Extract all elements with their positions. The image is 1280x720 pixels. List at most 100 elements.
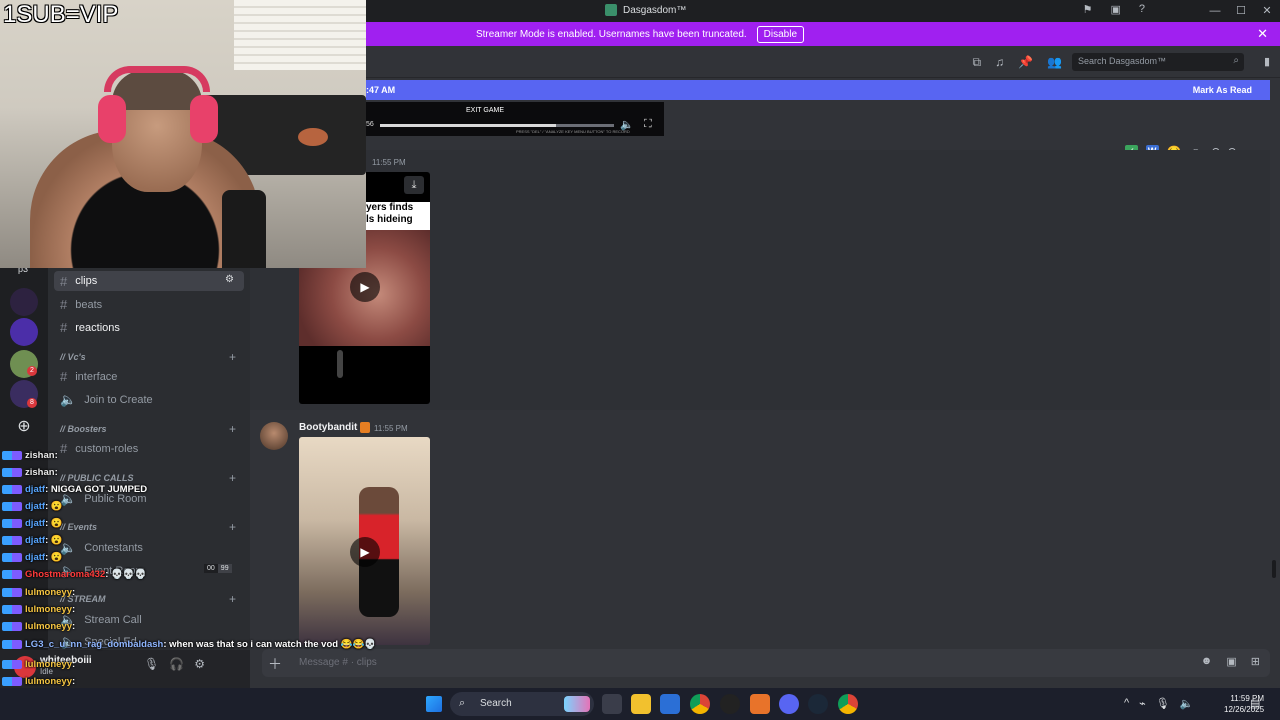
play-icon[interactable]: ▶	[350, 272, 380, 302]
volume-icon[interactable]: 🔈	[1180, 697, 1194, 710]
windows-start-icon[interactable]	[426, 696, 442, 712]
chat-line: LG3_c_u_nn_rag_dombaldash: when was that…	[2, 639, 376, 650]
channel-interface[interactable]: # interface	[60, 369, 117, 384]
pin-icon[interactable]: 📌	[1018, 55, 1033, 70]
chat-message: : 😮	[45, 552, 63, 563]
hash-icon: #	[60, 320, 68, 335]
search-input[interactable]: Search Dasgasdom™ ⌕	[1072, 53, 1244, 71]
chat-badge-icon	[2, 676, 22, 686]
maximize-button[interactable]: ☐	[1228, 0, 1254, 22]
help-icon[interactable]: ?	[1139, 3, 1145, 16]
chat-message: : 😮	[45, 535, 63, 546]
channel-name: beats	[75, 298, 103, 311]
channel-clips[interactable]: # clips ⚙	[54, 271, 244, 291]
monitor-icon[interactable]: ▣	[1110, 3, 1120, 16]
microphone-icon[interactable]: 🎙	[1156, 697, 1170, 710]
new-messages-bar[interactable]: :47 AM Mark As Read	[366, 80, 1270, 100]
gift-icon[interactable]: ⊞	[1251, 655, 1260, 668]
minimize-button[interactable]: —	[1202, 0, 1228, 22]
chat-badge-icon	[2, 552, 22, 562]
chat-message: :	[72, 587, 76, 598]
volume-icon[interactable]: 🔈	[620, 118, 634, 131]
chat-line: zishan:	[2, 450, 58, 461]
chat-username: LG3_c_u_nn_rag_dombaldash	[25, 639, 164, 650]
message-composer[interactable]: ＋ Message # · clips ☻ ▣ ⊞	[262, 649, 1270, 677]
add-server-icon[interactable]: ⊕	[13, 416, 35, 438]
app-icon[interactable]	[720, 694, 740, 714]
category-vcs[interactable]: // Vc's	[60, 352, 86, 362]
video-caption: yers finds ls hideing	[366, 202, 430, 230]
add-channel-icon[interactable]: +	[229, 350, 236, 364]
hash-icon: #	[60, 297, 68, 312]
chat-line: lulmoneyy:	[2, 587, 75, 598]
add-channel-icon[interactable]: +	[229, 422, 236, 436]
video-attachment[interactable]: ▶	[299, 437, 430, 645]
chat-line: lulmoneyy:	[2, 659, 75, 670]
gif-icon[interactable]: ▣	[1226, 655, 1236, 668]
task-view-icon[interactable]	[602, 694, 622, 714]
taskbar-search[interactable]: ⌕ Search	[450, 692, 594, 716]
close-icon[interactable]: ✕	[1257, 26, 1268, 42]
chrome-icon[interactable]	[690, 694, 710, 714]
headphone-band	[104, 66, 210, 92]
chat-line: zishan:	[2, 467, 58, 478]
download-icon[interactable]: ⤓	[404, 176, 424, 194]
server-logo-icon	[605, 4, 617, 16]
chat-line: lulmoneyy:	[2, 676, 75, 687]
chat-username: lulmoneyy	[25, 676, 72, 687]
chat-badge-icon	[2, 467, 22, 477]
chat-username: lulmoneyy	[25, 621, 72, 632]
close-button[interactable]: ✕	[1254, 0, 1280, 22]
flag-icon[interactable]: ⚑	[1083, 3, 1093, 16]
scrollbar-thumb[interactable]	[1272, 560, 1276, 578]
video-figure	[337, 350, 343, 378]
notification-icon[interactable]: ▤	[1250, 697, 1260, 710]
inbox-icon[interactable]: ▮	[1264, 55, 1270, 68]
discord-icon[interactable]	[779, 694, 799, 714]
search-icon: ⌕	[459, 697, 466, 709]
headphone-cup	[98, 95, 126, 143]
add-attachment-icon[interactable]: ＋	[268, 654, 282, 674]
chat-message: :	[72, 621, 76, 632]
channel-beats[interactable]: # beats	[60, 297, 102, 312]
chat-badge-icon	[2, 484, 22, 494]
mark-as-read-button[interactable]: Mark As Read	[1193, 85, 1252, 95]
composer-placeholder: Message # · clips	[299, 657, 377, 668]
clip-progress-bar[interactable]	[380, 124, 614, 127]
window-controls: — ☐ ✕	[1202, 0, 1280, 22]
chat-badge-icon	[2, 621, 22, 631]
channel-join-to-create[interactable]: 🔈 Join to Create	[60, 392, 153, 408]
header-icons: ⧉ ♫ 📌 👥	[973, 55, 1062, 70]
app-title: Dasgasdom™	[605, 4, 686, 16]
chrome-icon[interactable]	[838, 694, 858, 714]
chat-message: :	[54, 450, 58, 461]
speaker-icon: 🔈	[60, 392, 77, 407]
file-explorer-icon[interactable]	[631, 694, 651, 714]
chat-badge-icon	[2, 569, 22, 579]
channel-reactions[interactable]: # reactions	[60, 320, 120, 335]
channel-settings-icon[interactable]: ⚙	[225, 274, 234, 285]
play-icon[interactable]: ▶	[350, 537, 380, 567]
headphone-cup	[190, 95, 218, 143]
disable-button[interactable]: Disable	[756, 25, 805, 43]
chat-username: djatf	[25, 552, 46, 563]
server-icon[interactable]	[10, 288, 38, 316]
chevron-up-icon[interactable]: ^	[1124, 697, 1129, 710]
fullscreen-icon[interactable]: ⛶	[644, 118, 652, 131]
steam-icon[interactable]	[808, 694, 828, 714]
notification-bell-icon[interactable]: ♫	[995, 55, 1004, 70]
message-author[interactable]: Bootybandit	[299, 422, 357, 433]
network-icon[interactable]: ⌁	[1139, 697, 1146, 710]
microphone	[222, 190, 266, 268]
server-badge: 2	[27, 366, 37, 376]
server-icon[interactable]	[10, 318, 38, 346]
chat-badge-icon	[2, 659, 22, 669]
emoji-icon[interactable]: ☻	[1201, 655, 1213, 668]
category-boosters[interactable]: // Boosters	[60, 424, 107, 434]
composer-icons: ☻ ▣ ⊞	[1201, 655, 1260, 668]
app-icon[interactable]	[750, 694, 770, 714]
threads-icon[interactable]: ⧉	[973, 55, 982, 70]
store-icon[interactable]	[660, 694, 680, 714]
avatar[interactable]	[260, 422, 288, 450]
member-list-icon[interactable]: 👥	[1047, 55, 1062, 70]
